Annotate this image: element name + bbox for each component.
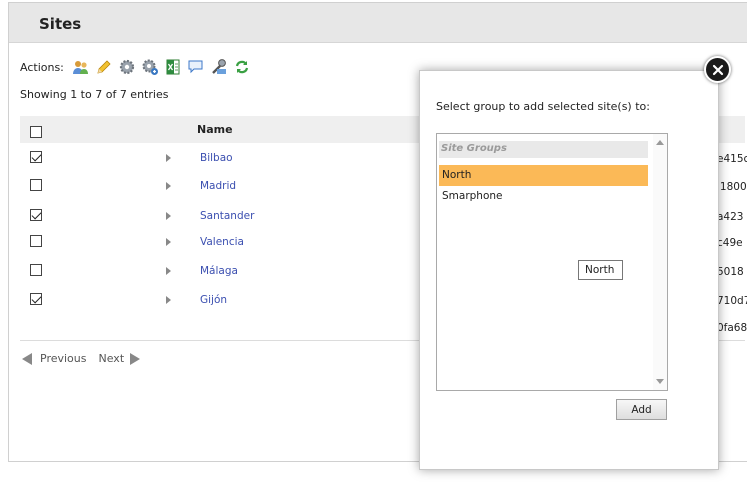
row-checkbox[interactable] xyxy=(30,264,42,276)
site-id-cell: 5018 xyxy=(717,266,744,278)
expand-row-icon[interactable] xyxy=(166,154,171,162)
site-id-cell: l1800 xyxy=(717,181,747,193)
close-icon xyxy=(712,64,723,75)
site-id-cell: 710d7 xyxy=(717,295,747,307)
page-title: Sites xyxy=(39,15,82,33)
comment-icon[interactable] xyxy=(187,58,205,76)
expand-row-icon[interactable] xyxy=(166,267,171,275)
refresh-icon[interactable] xyxy=(233,58,251,76)
actions-label: Actions: xyxy=(20,60,64,74)
dialog-prompt: Select group to add selected site(s) to: xyxy=(436,100,650,113)
next-button[interactable]: Next xyxy=(99,352,141,365)
row-checkbox[interactable] xyxy=(30,179,42,191)
close-dialog-button[interactable] xyxy=(704,56,731,83)
gear-add-icon[interactable] xyxy=(141,58,159,76)
row-checkbox[interactable] xyxy=(30,235,42,247)
site-name-link[interactable]: Madrid xyxy=(200,180,236,192)
select-all-checkbox[interactable] xyxy=(30,123,42,142)
previous-label: Previous xyxy=(40,352,87,365)
group-option-north[interactable]: North xyxy=(439,165,648,186)
group-option-smarphone[interactable]: Smarphone xyxy=(439,186,648,207)
expand-row-icon[interactable] xyxy=(166,238,171,246)
scroll-down-icon[interactable] xyxy=(656,379,664,384)
previous-button[interactable]: Previous xyxy=(22,352,87,365)
row-checkbox[interactable] xyxy=(30,209,42,221)
site-name-link[interactable]: Valencia xyxy=(200,236,244,248)
expand-row-icon[interactable] xyxy=(166,296,171,304)
site-id-cell: c49e xyxy=(717,237,743,249)
site-name-link[interactable]: Santander xyxy=(200,210,254,222)
scroll-up-icon[interactable] xyxy=(656,140,664,145)
pager: Previous Next xyxy=(22,352,141,365)
site-id-cell: 0fa68 xyxy=(717,322,747,334)
site-id-cell: e415c xyxy=(717,153,747,165)
entries-info: Showing 1 to 7 of 7 entries xyxy=(20,88,169,101)
pencil-icon[interactable] xyxy=(95,58,113,76)
row-checkbox[interactable] xyxy=(30,151,42,163)
expand-row-icon[interactable] xyxy=(166,212,171,220)
users-icon[interactable] xyxy=(72,58,90,76)
expand-row-icon[interactable] xyxy=(166,182,171,190)
panel-header: Sites xyxy=(9,3,747,43)
group-listbox[interactable]: Site Groups North Smarphone North xyxy=(436,133,668,391)
gear-icon[interactable] xyxy=(118,58,136,76)
site-groups-label: Site Groups xyxy=(439,141,648,158)
site-name-link[interactable]: Gijón xyxy=(200,294,227,306)
listbox-scrollbar[interactable] xyxy=(653,134,667,390)
arrow-right-icon xyxy=(130,352,141,365)
excel-export-icon[interactable] xyxy=(164,58,182,76)
option-tooltip: North xyxy=(578,260,623,280)
site-id-cell: a423 xyxy=(717,211,744,223)
column-header-name[interactable]: Name xyxy=(197,123,233,136)
tool-icon[interactable] xyxy=(210,58,228,76)
row-checkbox[interactable] xyxy=(30,293,42,305)
add-to-group-dialog: Select group to add selected site(s) to:… xyxy=(419,70,719,470)
site-name-link[interactable]: Málaga xyxy=(200,265,238,277)
add-button[interactable]: Add xyxy=(616,399,667,420)
site-name-link[interactable]: Bilbao xyxy=(200,152,233,164)
next-label: Next xyxy=(98,352,125,365)
actions-toolbar: Actions: xyxy=(20,56,256,78)
arrow-left-icon xyxy=(22,352,32,365)
